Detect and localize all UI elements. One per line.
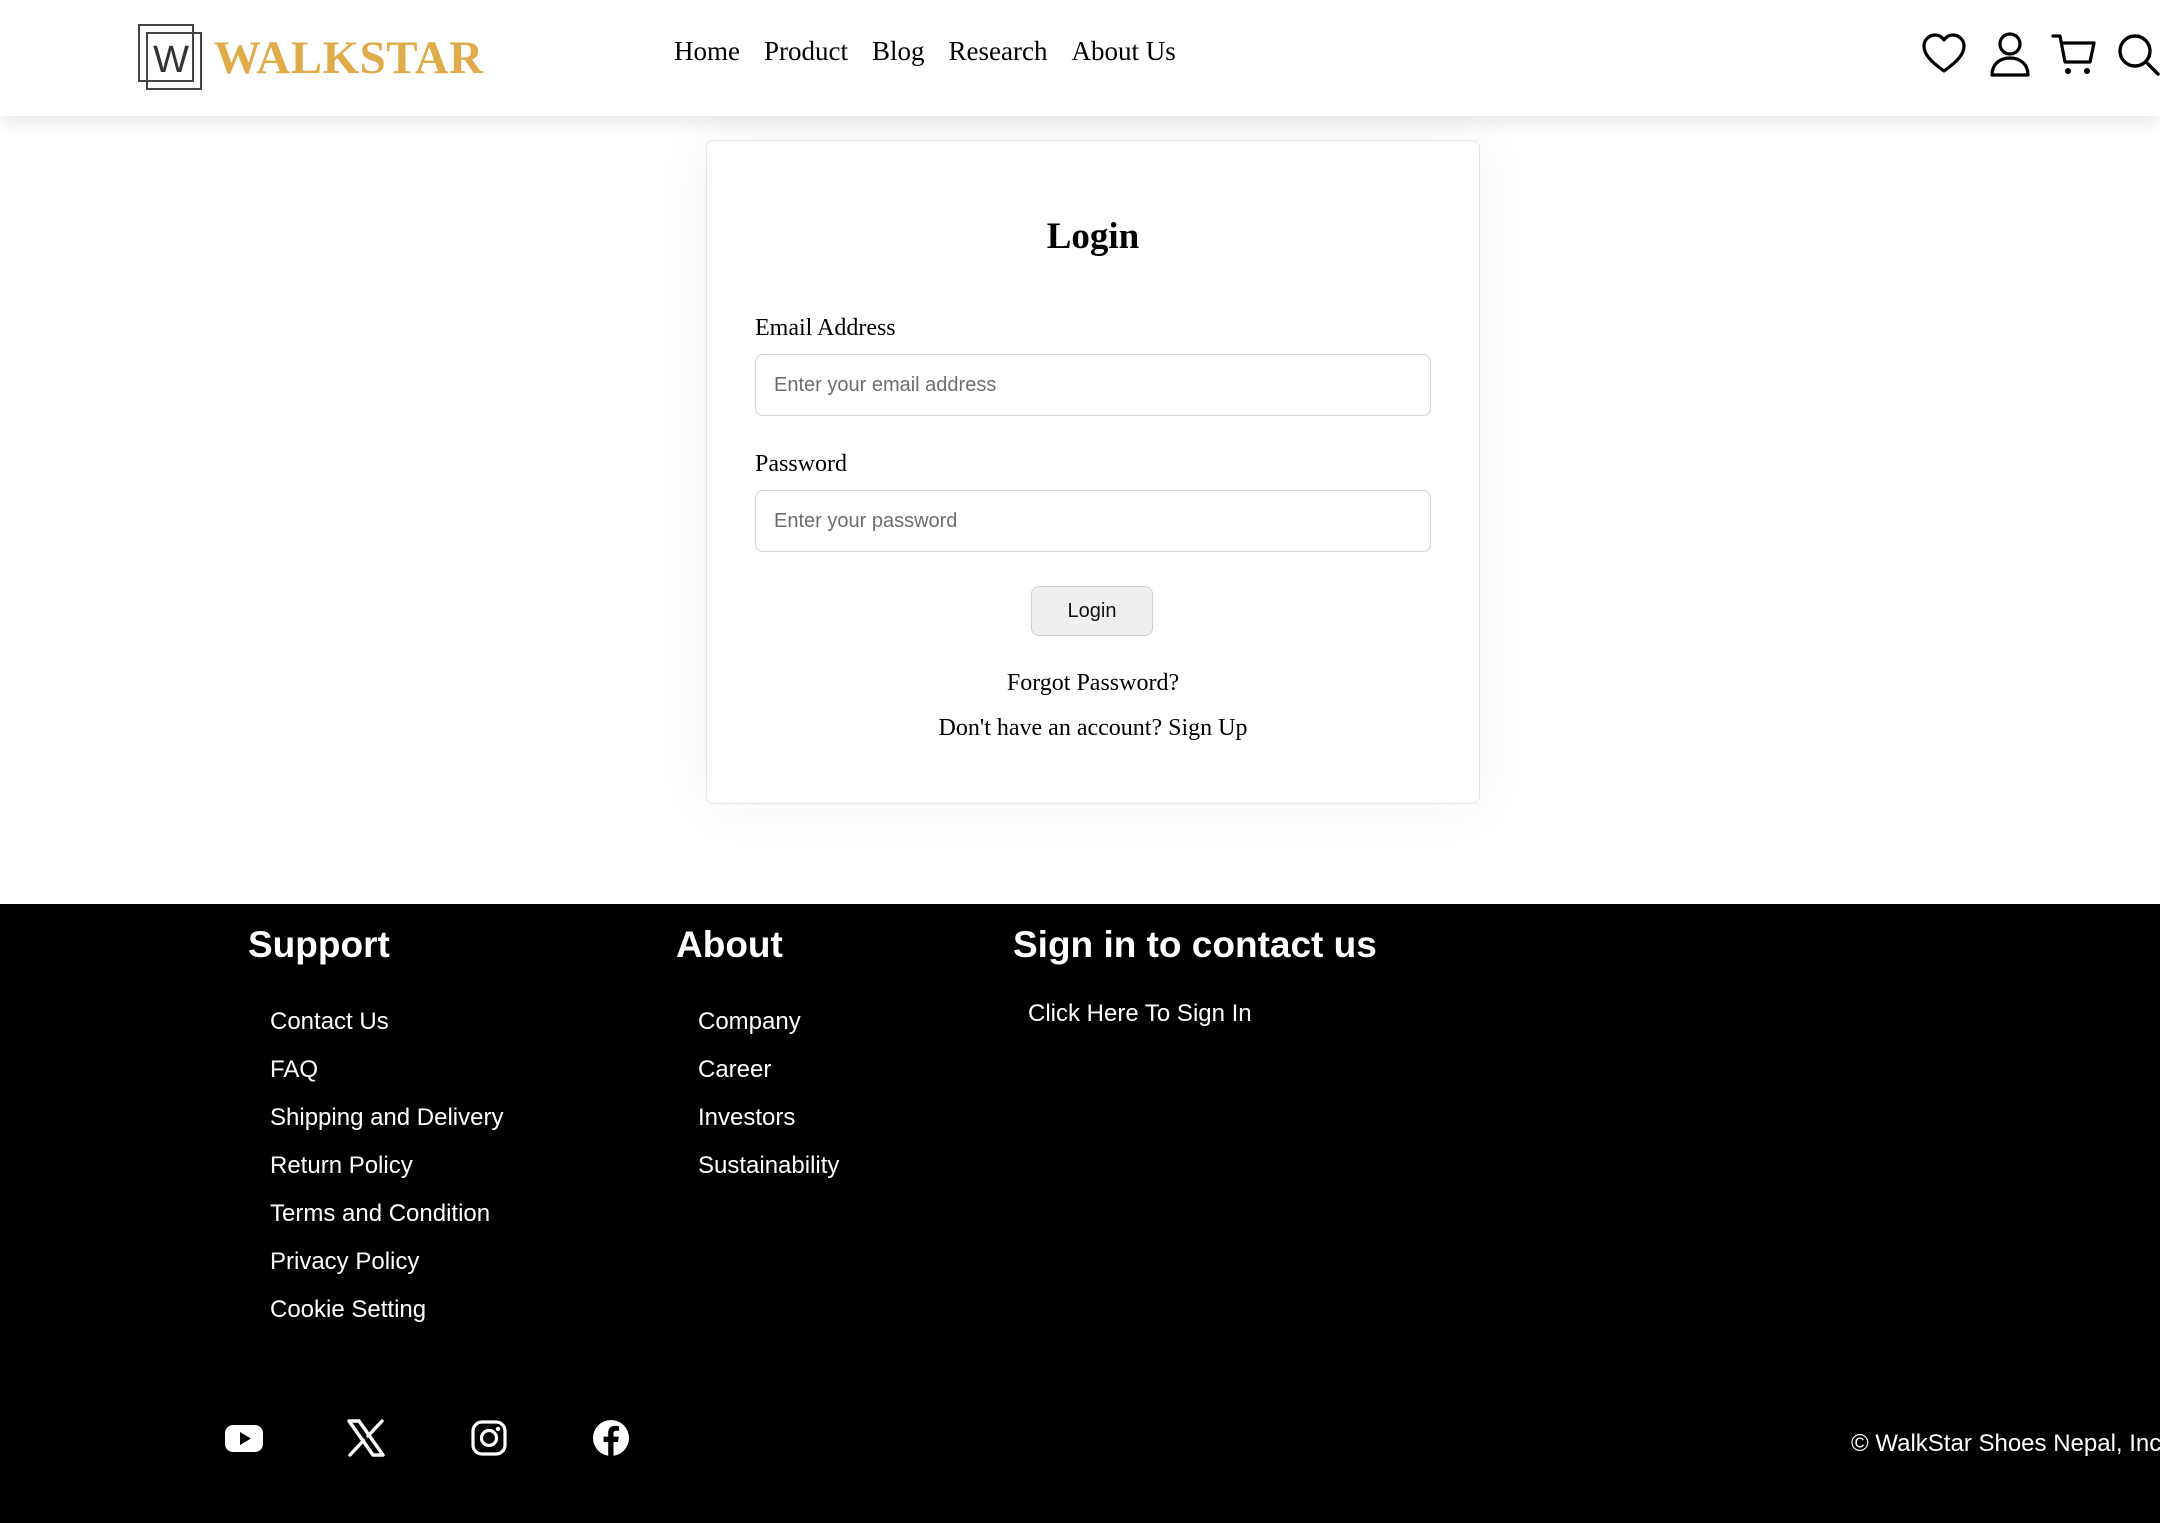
login-title: Login [1046, 216, 1140, 257]
site-footer: Support Contact Us FAQ Shipping and Deli… [0, 904, 2160, 1523]
search-icon[interactable] [2114, 30, 2160, 78]
main-nav: Home Product Blog Research About Us [674, 36, 1176, 67]
x-icon[interactable] [346, 1418, 386, 1458]
password-field[interactable] [755, 490, 1431, 552]
signup-link[interactable]: Sign Up [1168, 715, 1247, 741]
brand-name: WALKSTAR [214, 32, 484, 84]
login-card: Login Email Address Password Login Forgo… [706, 140, 1480, 804]
footer-link-terms[interactable]: Terms and Condition [270, 1200, 503, 1248]
footer-link-return-policy[interactable]: Return Policy [270, 1152, 503, 1200]
footer-link-investors[interactable]: Investors [698, 1104, 839, 1152]
password-label: Password [755, 451, 848, 477]
footer-support-list: Contact Us FAQ Shipping and Delivery Ret… [270, 1008, 503, 1344]
user-icon[interactable] [1986, 30, 2034, 78]
nav-product[interactable]: Product [764, 36, 848, 67]
nav-about-us[interactable]: About Us [1071, 36, 1175, 67]
facebook-icon[interactable] [591, 1418, 631, 1458]
footer-about-title: About [676, 924, 783, 965]
footer-link-shipping[interactable]: Shipping and Delivery [270, 1104, 503, 1152]
heart-icon[interactable] [1920, 30, 1968, 78]
login-button[interactable]: Login [1031, 586, 1153, 636]
footer-link-privacy[interactable]: Privacy Policy [270, 1248, 503, 1296]
email-label: Email Address [755, 315, 896, 341]
forgot-password-link[interactable]: Forgot Password? [707, 670, 1479, 697]
instagram-icon[interactable] [469, 1418, 509, 1458]
nav-blog[interactable]: Blog [872, 36, 925, 67]
logo-letter: W [153, 38, 189, 81]
email-field[interactable] [755, 354, 1431, 416]
no-account-text: Don't have an account? [938, 715, 1163, 741]
youtube-icon[interactable] [224, 1418, 264, 1458]
nav-research[interactable]: Research [949, 36, 1048, 67]
logo-mark: W [138, 24, 204, 92]
footer-link-company[interactable]: Company [698, 1008, 839, 1056]
cart-icon[interactable] [2050, 30, 2098, 78]
footer-link-cookie[interactable]: Cookie Setting [270, 1296, 503, 1344]
site-header: W WALKSTAR Home Product Blog Research Ab… [0, 0, 2160, 116]
footer-about-list: Company Career Investors Sustainability [698, 1008, 839, 1200]
footer-contact-title: Sign in to contact us [1013, 924, 1377, 965]
nav-home[interactable]: Home [674, 36, 740, 67]
footer-signin-link[interactable]: Click Here To Sign In [1028, 1000, 1252, 1028]
signup-row: Don't have an account? Sign Up [707, 715, 1479, 742]
footer-link-contact-us[interactable]: Contact Us [270, 1008, 503, 1056]
footer-support-title: Support [248, 924, 390, 965]
footer-link-career[interactable]: Career [698, 1056, 839, 1104]
footer-link-sustainability[interactable]: Sustainability [698, 1152, 839, 1200]
header-icons [1920, 30, 2160, 84]
logo[interactable]: W WALKSTAR [138, 24, 484, 92]
footer-link-faq[interactable]: FAQ [270, 1056, 503, 1104]
copyright-text: © WalkStar Shoes Nepal, Inc [1851, 1430, 2160, 1457]
